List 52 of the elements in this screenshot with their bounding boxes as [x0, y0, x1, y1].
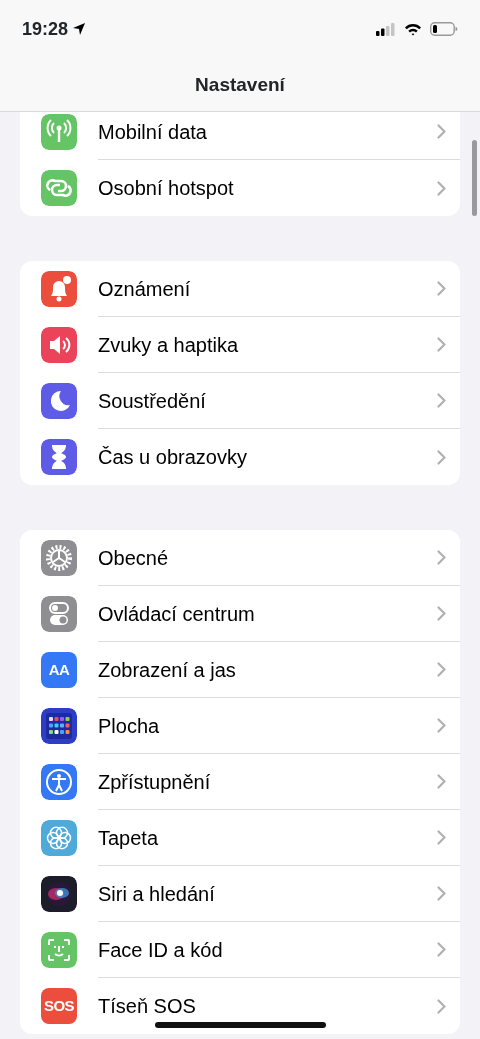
- settings-row[interactable]: Čas u obrazovky: [20, 429, 460, 485]
- chevron-right-icon: [437, 393, 446, 408]
- row-label: Osobní hotspot: [98, 176, 234, 201]
- row-label: Face ID a kód: [98, 937, 223, 963]
- chevron-right-icon: [437, 998, 446, 1014]
- settings-row[interactable]: Osobní hotspot: [20, 160, 460, 216]
- row-label: Zobrazení a jas: [98, 657, 236, 683]
- row-label: Tíseň SOS: [98, 994, 196, 1019]
- chevron-right-icon: [437, 124, 446, 139]
- settings-row[interactable]: Plocha: [20, 698, 460, 754]
- settings-row[interactable]: Mobilní data: [20, 112, 460, 160]
- settings-row[interactable]: Ovládací centrum: [20, 586, 460, 642]
- settings-row[interactable]: Obecné: [20, 530, 460, 586]
- settings-row[interactable]: Zpřístupnění: [20, 754, 460, 810]
- chevron-right-icon: [437, 774, 446, 789]
- location-arrow-icon: [72, 22, 87, 36]
- page-title: Nastavení: [194, 73, 286, 94]
- settings-row[interactable]: AA Zobrazení a jas: [20, 642, 460, 698]
- row-label: Siri a hledání: [98, 881, 215, 907]
- chevron-right-icon: [437, 606, 446, 621]
- settings-row[interactable]: Zvuky a haptika: [20, 317, 460, 373]
- settings-row[interactable]: Siri a hledání: [20, 866, 460, 922]
- chevron-right-icon: [437, 718, 446, 733]
- row-label: Zvuky a haptika: [98, 332, 239, 358]
- chevron-right-icon: [437, 550, 446, 565]
- battery-icon: [430, 22, 458, 36]
- chevron-right-icon: [437, 180, 446, 196]
- row-label: Mobilní data: [98, 119, 207, 145]
- text-size-icon: AA: [41, 652, 77, 688]
- settings-row[interactable]: Face ID a kód: [20, 922, 460, 978]
- signal-icon: [376, 22, 396, 36]
- row-label: Tapeta: [98, 825, 159, 851]
- row-label: Plocha: [98, 713, 160, 739]
- chevron-right-icon: [437, 886, 446, 901]
- row-label: Ovládací centrum: [98, 601, 255, 627]
- sos-icon: SOS: [41, 988, 77, 1024]
- row-label: Čas u obrazovky: [98, 445, 247, 470]
- chevron-right-icon: [437, 830, 446, 845]
- row-label: Soustředění: [98, 388, 206, 414]
- settings-row[interactable]: Tapeta: [20, 810, 460, 866]
- row-label: Obecné: [98, 545, 169, 571]
- chevron-right-icon: [437, 281, 446, 296]
- wifi-icon: [404, 22, 422, 36]
- settings-row[interactable]: Soustředění: [20, 373, 460, 429]
- status-time: 19:28: [22, 17, 69, 41]
- settings-row[interactable]: Oznámení: [20, 261, 460, 317]
- chevron-right-icon: [437, 942, 446, 957]
- row-label: Zpřístupnění: [98, 769, 211, 795]
- chevron-right-icon: [437, 662, 446, 677]
- chevron-right-icon: [437, 337, 446, 352]
- row-label: Oznámení: [98, 276, 191, 302]
- chevron-right-icon: [437, 449, 446, 465]
